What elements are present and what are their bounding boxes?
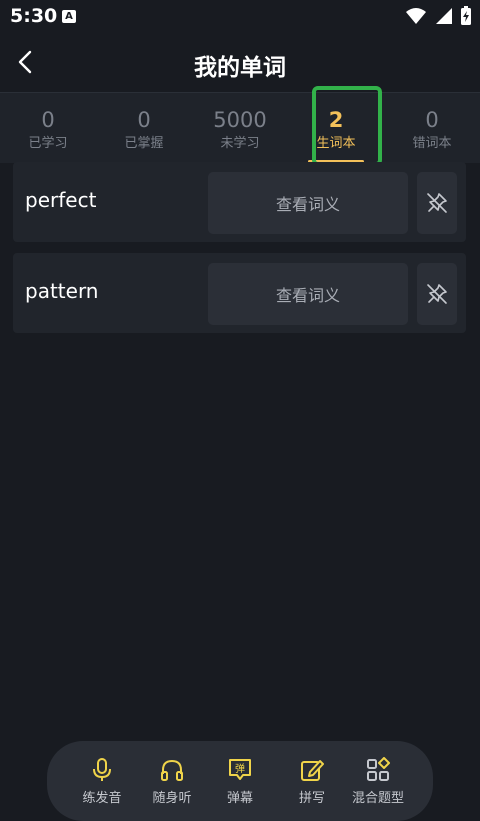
danmaku-icon-text: 弹 (235, 762, 245, 775)
word-card: perfect 查看词义 (13, 162, 466, 242)
bottom-bar-label: 练发音 (82, 791, 122, 806)
headphones-icon (161, 759, 183, 781)
practice-pronunciation-button[interactable]: 练发音 (67, 757, 137, 806)
danmaku-button[interactable]: 弹 弹幕 (205, 757, 275, 806)
tab-label: 错词本 (412, 136, 452, 151)
word-tabs: 0 已学习 0 已掌握 5000 未学习 2 生词本 0 错词本 (0, 92, 480, 163)
spelling-button[interactable]: 拼写 (277, 757, 347, 806)
danmaku-icon: 弹 (229, 759, 251, 780)
tab-new-words[interactable]: 2 生词本 (288, 93, 384, 163)
status-icons (406, 6, 472, 26)
bottom-action-bar: 练发音 随身听 弹 弹幕 拼写 混合题型 (47, 741, 433, 821)
tab-count: 5000 (213, 108, 267, 132)
bottom-bar-label: 弹幕 (226, 791, 253, 806)
bottom-bar-label: 随身听 (152, 791, 192, 806)
tab-label: 已掌握 (124, 136, 164, 151)
tab-label: 已学习 (28, 136, 68, 151)
edit-icon (301, 760, 324, 781)
battery-charging-icon (461, 6, 471, 25)
unpin-icon (427, 193, 447, 213)
tab-count: 2 (328, 108, 344, 132)
bottom-bar-label: 混合题型 (351, 791, 404, 806)
view-meaning-button[interactable]: 查看词义 (208, 172, 408, 234)
wifi-icon (406, 8, 426, 24)
tab-count: 0 (137, 108, 151, 132)
tab-wrong-words[interactable]: 0 错词本 (384, 93, 480, 163)
grid-mixed-icon (367, 757, 390, 781)
tab-count: 0 (41, 108, 55, 132)
microphone-icon (93, 758, 111, 781)
bottom-bar-label: 拼写 (298, 791, 325, 806)
tab-learned[interactable]: 0 已学习 (0, 93, 96, 163)
status-time: 5:30 (10, 5, 58, 27)
page-title: 我的单词 (194, 55, 286, 81)
word-text: perfect (25, 188, 97, 212)
word-card: pattern 查看词义 (13, 253, 466, 333)
listen-anywhere-button[interactable]: 随身听 (137, 757, 207, 806)
unpin-icon (427, 284, 447, 304)
tab-count: 0 (425, 108, 439, 132)
tab-label: 未学习 (220, 136, 260, 151)
view-meaning-button[interactable]: 查看词义 (208, 263, 408, 325)
signal-icon (436, 8, 452, 24)
tab-label: 生词本 (316, 136, 356, 151)
notification-icon: A (62, 10, 76, 23)
unpin-button[interactable] (417, 263, 457, 325)
word-text: pattern (25, 279, 99, 303)
status-bar: 5:30 A (0, 0, 480, 34)
tab-unlearned[interactable]: 5000 未学习 (192, 93, 288, 163)
mixed-question-button[interactable]: 混合题型 (343, 757, 413, 806)
tab-mastered[interactable]: 0 已掌握 (96, 93, 192, 163)
header: 我的单词 (0, 34, 480, 92)
unpin-button[interactable] (417, 172, 457, 234)
